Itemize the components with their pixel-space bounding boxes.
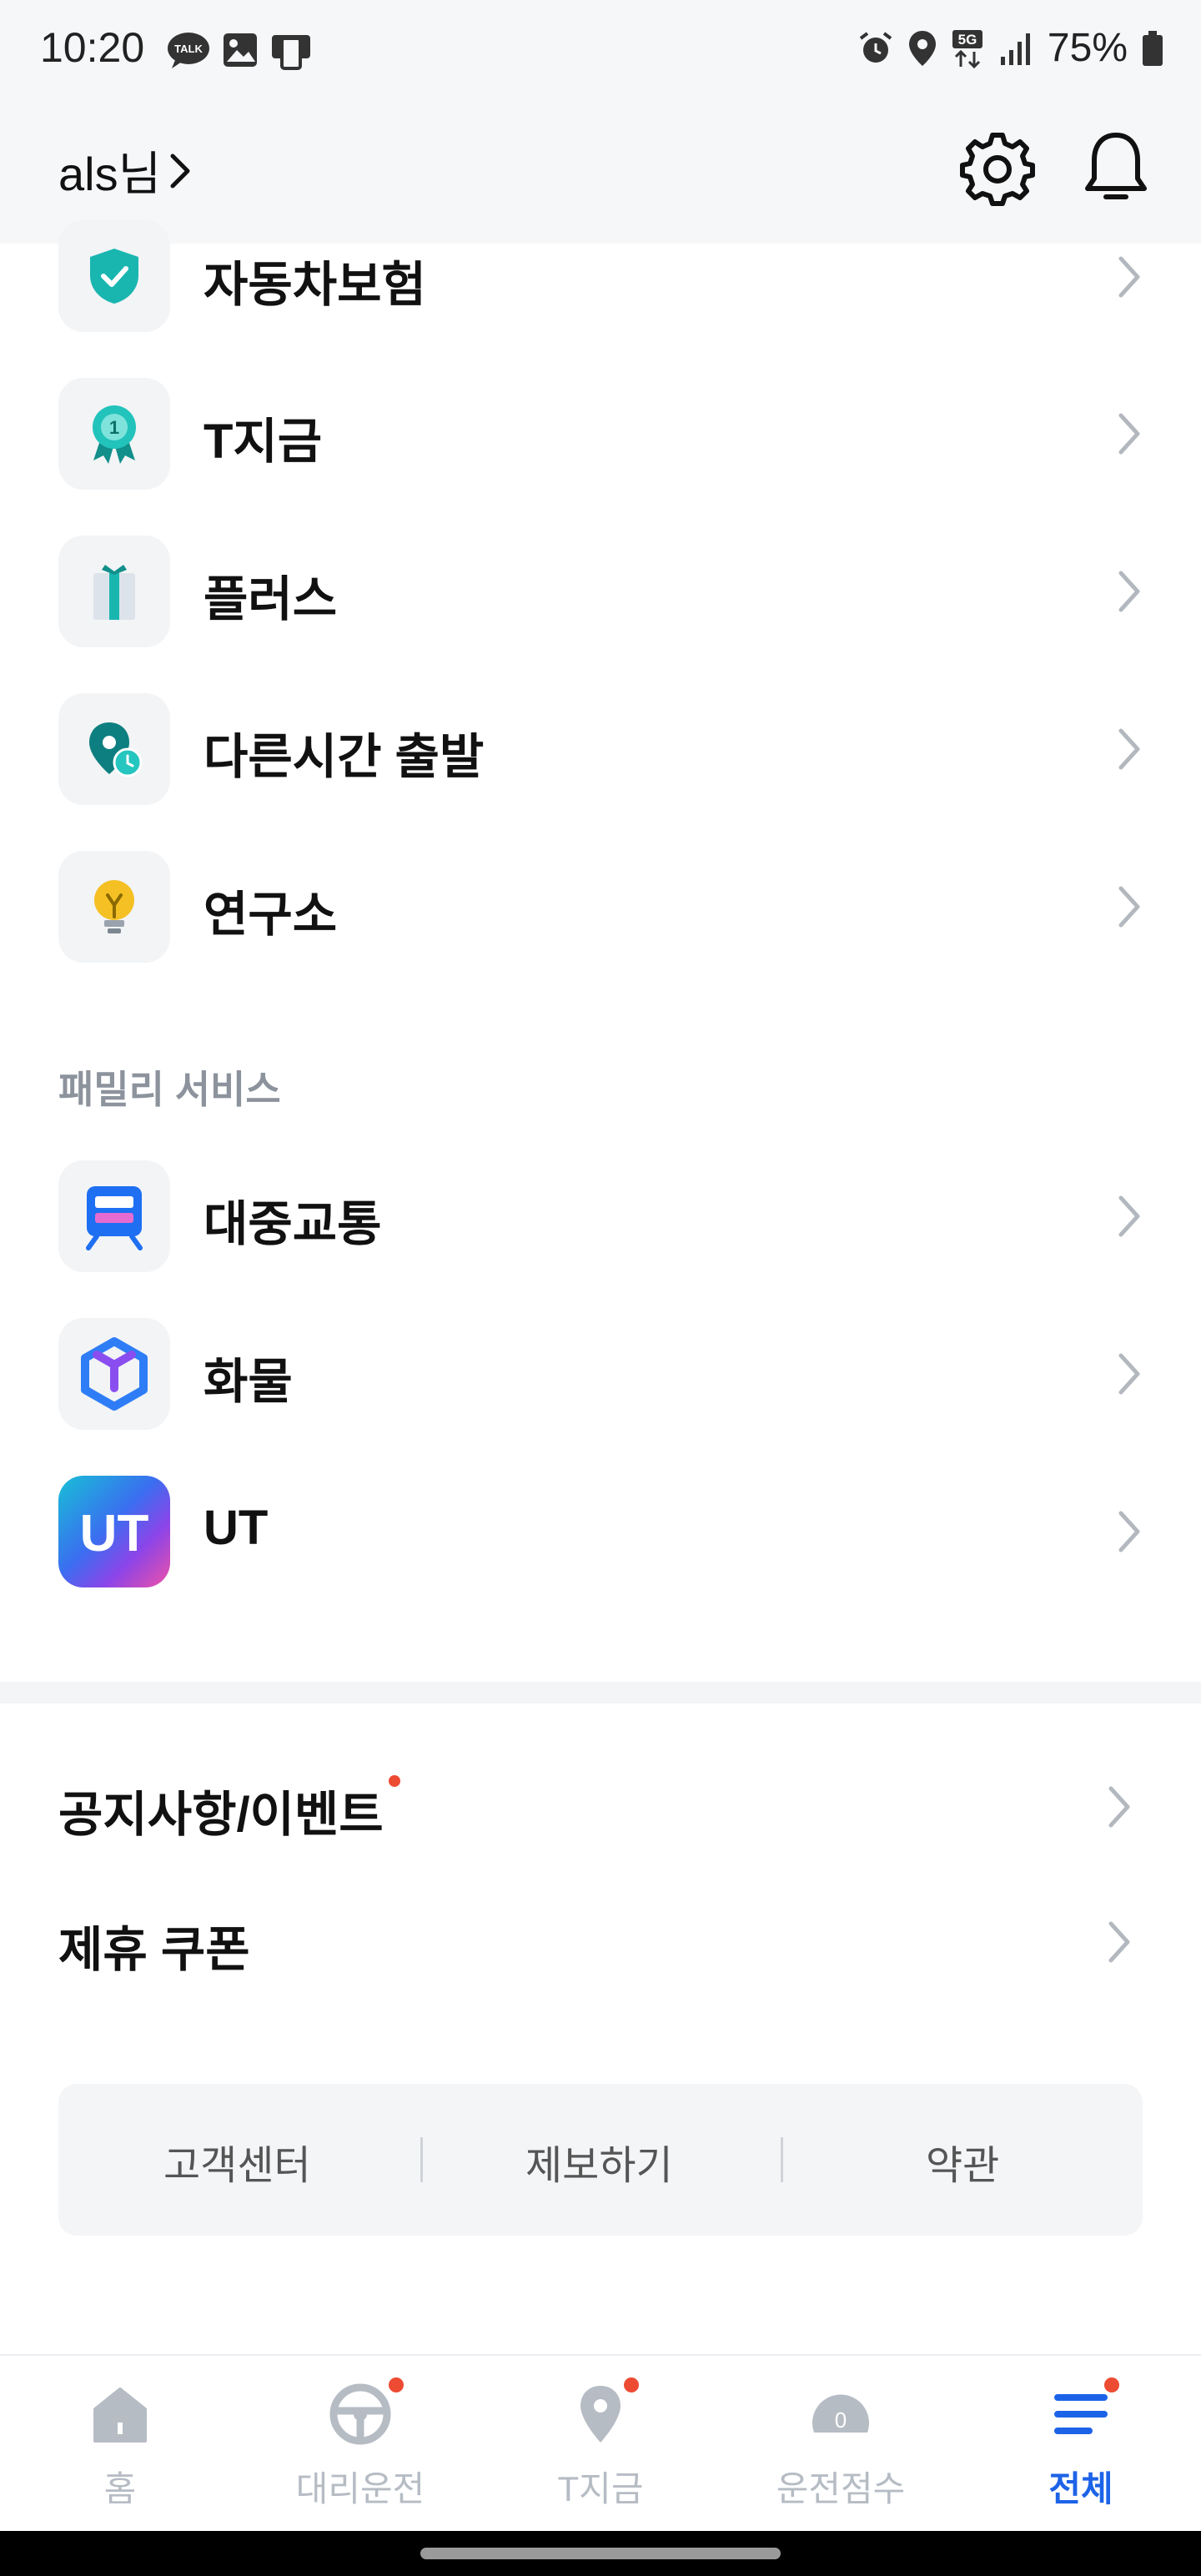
menu-icon <box>1054 2394 1108 2434</box>
menu-item-label: 다른시간 출발 <box>204 730 485 784</box>
chevron-right-icon <box>1108 1786 1130 1828</box>
tab-driving-score[interactable]: 0 운전점수 <box>721 2356 961 2533</box>
family-item-label: UT <box>204 1501 269 1555</box>
5g-icon: 5G <box>952 29 982 68</box>
footer-link-report[interactable]: 제보하기 <box>525 2132 673 2191</box>
menu-item-label: 자동차보험 <box>204 258 426 312</box>
chevron-right-icon <box>1118 571 1140 612</box>
svg-text:0: 0 <box>835 2407 847 2433</box>
svg-text:TALK: TALK <box>174 43 203 55</box>
alarm-icon <box>859 31 892 63</box>
family-item-ut[interactable]: UT UT <box>0 1473 1201 1590</box>
link-label: 제휴 쿠폰 <box>58 1923 250 1977</box>
menu-item-lab[interactable]: 연구소 <box>0 848 1201 965</box>
home-gesture-handle[interactable] <box>420 2548 781 2559</box>
system-nav-bar <box>0 2531 1201 2576</box>
chevron-right-icon <box>1118 256 1140 298</box>
menu-item-label: T지금 <box>204 415 323 469</box>
menu-item-label: 연구소 <box>204 888 338 942</box>
svg-text:5G: 5G <box>958 32 977 48</box>
device-icon <box>272 35 310 70</box>
tab-all[interactable]: 전체 <box>961 2356 1201 2533</box>
family-item-label: 화물 <box>204 1355 293 1409</box>
gear-icon[interactable] <box>959 130 1036 207</box>
tab-label: 홈 <box>103 2469 137 2508</box>
tab-tnow[interactable]: T지금 <box>480 2356 721 2533</box>
user-name-label: als님 <box>58 148 162 200</box>
battery-percent: 75% <box>1047 26 1128 70</box>
location-icon <box>908 30 936 66</box>
new-badge-dot <box>389 1775 400 1787</box>
tab-home[interactable]: 홈 <box>0 2356 240 2533</box>
tab-label: 대리운전 <box>295 2469 425 2508</box>
tab-badge-dot <box>624 2377 639 2392</box>
family-item-label: 대중교통 <box>204 1197 382 1251</box>
battery-icon <box>1143 30 1163 66</box>
family-item-freight[interactable]: 화물 <box>0 1316 1201 1432</box>
tab-label: 운전점수 <box>776 2469 906 2508</box>
badge-one-icon: 1 <box>93 405 136 464</box>
gallery-icon <box>224 33 257 67</box>
chevron-right-icon <box>1118 1511 1140 1552</box>
chevron-right-icon <box>170 153 190 188</box>
svg-text:1: 1 <box>109 417 119 438</box>
footer-link-terms[interactable]: 약관 <box>926 2132 999 2191</box>
footer-separator <box>420 2137 423 2182</box>
lightbulb-icon <box>94 880 134 933</box>
status-bar: 10:20 TALK 5G 75% <box>0 0 1201 100</box>
gauge-icon: 0 <box>812 2394 869 2433</box>
menu-item-plus[interactable]: 플러스 <box>0 533 1201 650</box>
menu-item-other-time-departure[interactable]: 다른시간 출발 <box>0 691 1201 808</box>
pin-clock-icon <box>89 722 143 777</box>
link-notice-event[interactable]: 공지사항/이벤트 <box>0 1748 1201 1865</box>
signal-icon <box>1000 33 1030 65</box>
chevron-right-icon <box>1118 1353 1140 1395</box>
svg-text:UT: UT <box>80 1505 149 1562</box>
pin-icon <box>580 2386 621 2443</box>
home-icon <box>93 2387 147 2443</box>
bell-icon[interactable] <box>1076 127 1156 207</box>
cube-icon <box>81 1337 148 1411</box>
train-icon <box>86 1186 143 1250</box>
footer-link-customer-center[interactable]: 고객센터 <box>163 2132 311 2191</box>
chevron-right-icon <box>1118 1195 1140 1237</box>
tab-label: T지금 <box>557 2469 644 2508</box>
chevron-right-icon <box>1108 1921 1130 1963</box>
tab-badge-dot <box>389 2377 404 2392</box>
menu-item-tnow[interactable]: 1 T지금 <box>0 375 1201 492</box>
footer-separator <box>781 2137 783 2182</box>
shield-check-icon <box>90 249 138 304</box>
link-partner-coupon[interactable]: 제휴 쿠폰 <box>0 1884 1201 2000</box>
link-label: 공지사항/이벤트 <box>58 1788 384 1842</box>
tab-label: 전체 <box>1048 2469 1113 2508</box>
bottom-tab-bar: 홈 대리운전 T지금 0 운전점수 전체 <box>0 2354 1201 2533</box>
menu-item-car-insurance[interactable]: 자동차보험 <box>0 219 1201 335</box>
chevron-right-icon <box>1118 728 1140 770</box>
talk-icon: TALK <box>168 33 209 68</box>
tab-designated-driver[interactable]: 대리운전 <box>240 2356 480 2533</box>
section-title-family-services: 패밀리 서비스 <box>58 1068 281 1111</box>
menu-item-label: 플러스 <box>204 572 338 626</box>
steering-wheel-icon <box>329 2383 391 2445</box>
gift-icon <box>93 565 135 620</box>
chevron-right-icon <box>1118 413 1140 455</box>
ut-logo-icon: UT <box>80 1505 149 1562</box>
tab-badge-dot <box>1104 2377 1119 2392</box>
section-divider <box>0 1682 1201 1703</box>
user-profile-link[interactable]: als님 <box>58 137 193 204</box>
status-time: 10:20 <box>40 24 145 71</box>
chevron-right-icon <box>1118 886 1140 928</box>
footer-links-box: 고객센터 제보하기 약관 <box>58 2084 1143 2236</box>
family-item-public-transit[interactable]: 대중교통 <box>0 1158 1201 1275</box>
